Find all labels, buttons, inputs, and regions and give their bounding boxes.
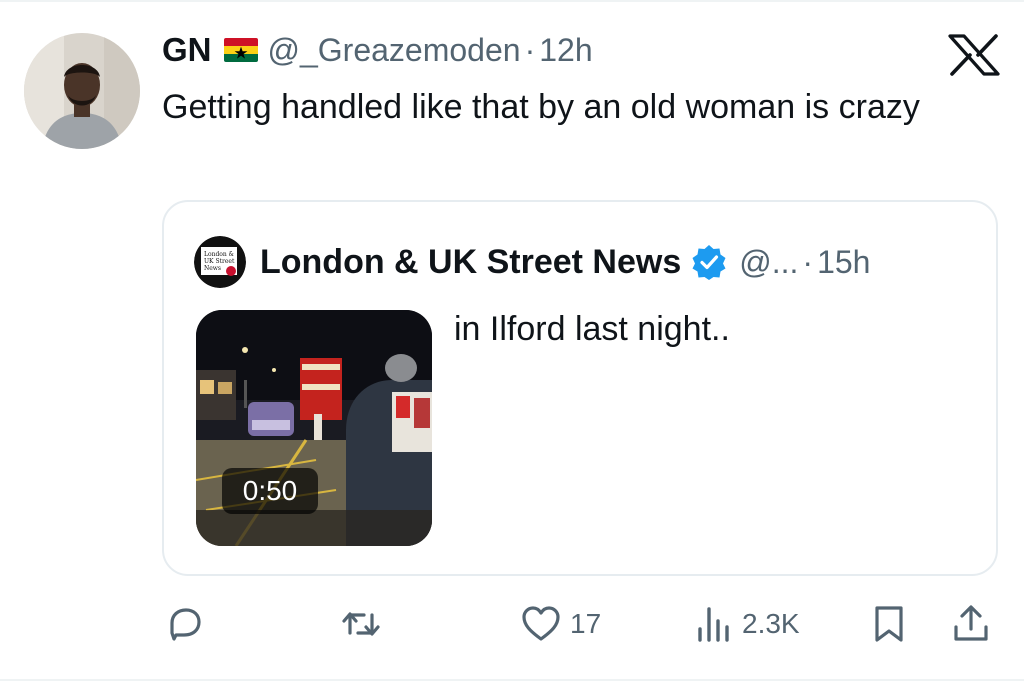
ghana-flag-icon [223,38,258,62]
author-handle[interactable]: @_Greazemoden [268,32,521,69]
quoted-tweet-header: London & UK Street News London & UK Stre… [194,236,870,288]
bookmark-icon [875,606,903,642]
views-button[interactable]: 2.3K [692,596,800,652]
retweet-icon [342,612,380,636]
quoted-tweet-text: in Ilford last night.. [454,310,730,348]
reply-icon [170,608,201,641]
verified-badge-icon [692,245,726,280]
quoted-author-avatar[interactable]: London & UK Street News [194,236,246,288]
quoted-tweet-card[interactable]: London & UK Street News London & UK Stre… [162,200,998,576]
share-icon [954,605,988,641]
tweet-page: GN @_Greazemoden · 12h Getting handled l… [0,0,1024,683]
like-button[interactable]: 17 [520,596,601,652]
bottom-divider [0,679,1024,681]
video-thumbnail[interactable]: 0:50 [196,310,432,546]
author-avatar[interactable] [24,33,140,149]
heart-icon [522,606,560,641]
tweet-header: GN @_Greazemoden · 12h [162,28,593,72]
top-divider [0,0,1024,2]
reply-button[interactable] [164,596,206,652]
views-icon [698,607,729,642]
video-duration: 0:50 [222,468,318,514]
quoted-tweet-time[interactable]: 15h [817,244,870,281]
quoted-separator-dot: · [802,243,814,280]
quoted-author-handle[interactable]: @... [739,244,798,281]
x-logo-icon [948,34,1000,76]
bookmark-button[interactable] [868,596,910,652]
quoted-author-name[interactable]: London & UK Street News [260,243,681,282]
quoted-avatar-text-line2: UK Street [204,258,235,265]
tweet-time[interactable]: 12h [539,32,592,69]
like-count: 17 [570,608,602,639]
retweet-button[interactable] [338,596,384,652]
quoted-avatar-text-line1: London & [204,251,235,258]
action-bar: 17 2.3K [0,596,1024,652]
share-button[interactable] [950,596,992,652]
views-count: 2.3K [742,608,800,639]
quoted-avatar-text-line3: News [204,265,221,272]
tweet-text: Getting handled like that by an old woma… [162,88,920,126]
separator-dot: · [524,31,536,68]
author-name[interactable]: GN [162,31,212,69]
